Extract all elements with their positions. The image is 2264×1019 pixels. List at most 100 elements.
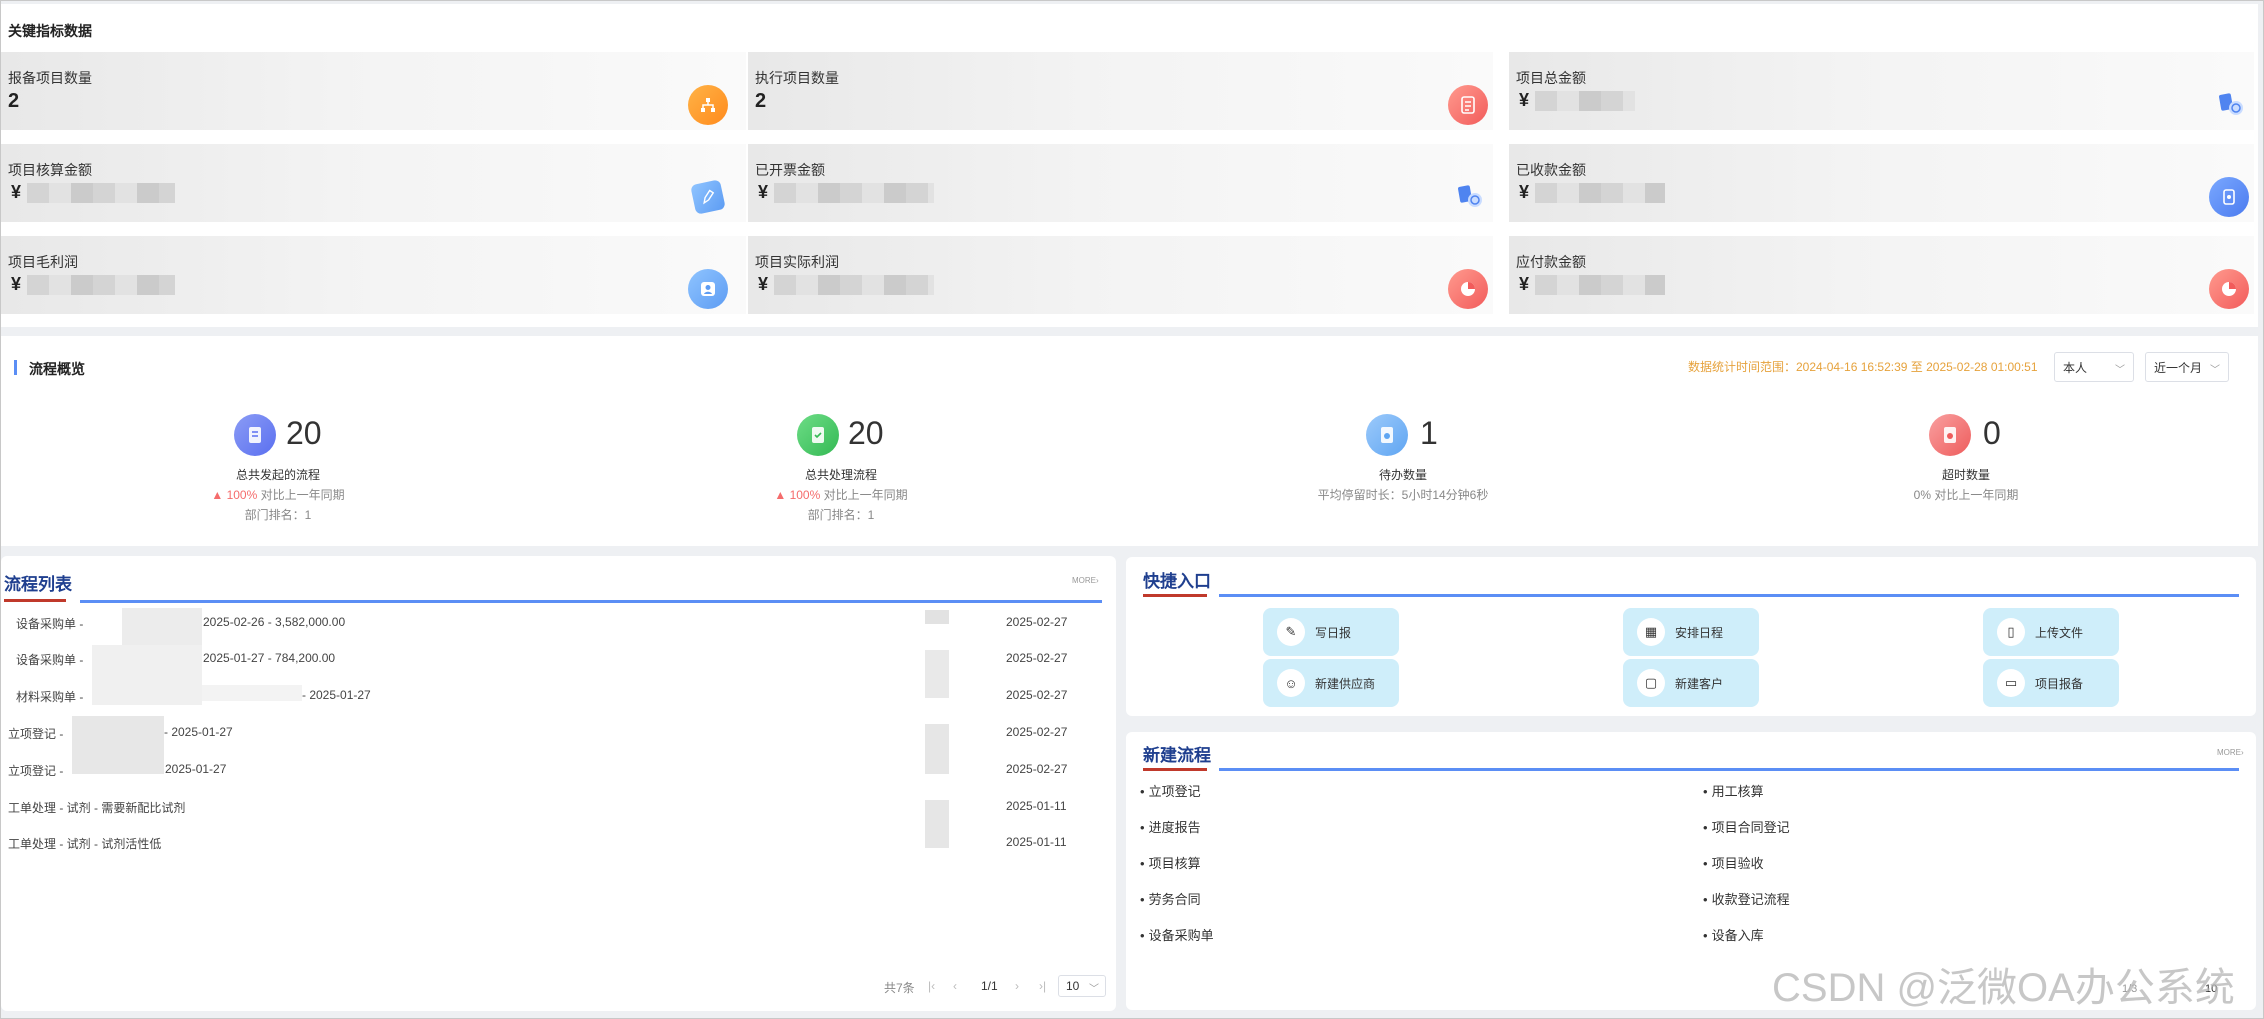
report-icon: ✎ bbox=[1277, 618, 1305, 646]
row-title: 工单处理 - 试剂 - 需要新配比试剂 bbox=[8, 801, 186, 815]
todo-count[interactable]: 1 bbox=[1420, 415, 1438, 452]
title-underline bbox=[1143, 768, 1207, 771]
currency-symbol: ¥ bbox=[1519, 182, 1530, 202]
title-rule bbox=[1219, 594, 2239, 597]
todo-avg-duration: 平均停留时长：5小时14分钟6秒 bbox=[1317, 488, 1489, 502]
row-detail: - 2025-01-27 bbox=[302, 688, 371, 702]
kpi-card-gross-profit[interactable]: 项目毛利润 ¥ bbox=[1, 236, 746, 314]
chevron-down-icon: ﹀ bbox=[1089, 984, 1099, 995]
quick-button-label: 新建供应商 bbox=[1315, 676, 1376, 691]
kpi-card-payable-amount[interactable]: 应付款金额 ¥ bbox=[1509, 236, 2254, 314]
row-date: 2025-02-27 bbox=[1006, 615, 1068, 629]
overdue-label: 超时数量 bbox=[1941, 468, 1990, 482]
new-process-link[interactable]: 用工核算 bbox=[1703, 781, 1764, 800]
new-process-link[interactable]: 设备采购单 bbox=[1140, 925, 1214, 944]
quick-new-customer-button[interactable]: ▢ 新建客户 bbox=[1623, 659, 1759, 707]
overdue-compare: 0% 对比上一年同期 bbox=[1913, 488, 2019, 502]
quick-button-label: 安排日程 bbox=[1675, 625, 1724, 640]
redacted-area bbox=[72, 716, 164, 774]
row-title: 立项登记 - bbox=[8, 764, 64, 778]
document-icon bbox=[1448, 85, 1488, 125]
row-title: 设备采购单 - bbox=[16, 617, 84, 631]
quick-schedule-button[interactable]: ▦ 安排日程 bbox=[1623, 608, 1759, 656]
new-process-link[interactable]: 劳务合同 bbox=[1140, 889, 1201, 908]
chevron-down-icon: ﹀ bbox=[2115, 365, 2125, 376]
kpi-card-actual-profit[interactable]: 项目实际利润 ¥ bbox=[748, 236, 1493, 314]
row-date: 2025-01-11 bbox=[1006, 799, 1067, 813]
coin-person-icon bbox=[1450, 176, 1490, 216]
row-date: 2025-02-27 bbox=[1006, 651, 1068, 665]
flow-handled-count[interactable]: 20 bbox=[848, 415, 884, 452]
kpi-value: ¥ bbox=[1519, 182, 1666, 203]
kpi-card-received-amount[interactable]: 已收款金额 ¥ bbox=[1509, 144, 2254, 222]
quick-button-label: 写日报 bbox=[1315, 625, 1352, 640]
scope-select-value: 本人 bbox=[2063, 360, 2088, 375]
section-marker bbox=[14, 360, 17, 375]
row-detail: 2025-02-26 - 3,582,000.00 bbox=[203, 615, 346, 629]
kpi-card-invoiced-amount[interactable]: 已开票金额 ¥ bbox=[748, 144, 1493, 222]
kpi-label: 已收款金额 bbox=[1516, 162, 1586, 178]
chat-icon: ▭ bbox=[1997, 669, 2025, 697]
title-rule bbox=[80, 600, 1102, 603]
period-select[interactable]: 近一个月 ﹀ bbox=[2145, 352, 2229, 382]
pie-icon bbox=[2209, 269, 2249, 309]
todo-icon bbox=[1366, 414, 1408, 456]
user-add-icon: ☺ bbox=[1277, 669, 1305, 697]
row-title: 设备采购单 - bbox=[16, 653, 84, 667]
kpi-label: 项目核算金额 bbox=[8, 162, 92, 178]
quick-upload-button[interactable]: ▯ 上传文件 bbox=[1983, 608, 2119, 656]
kpi-card-report-count[interactable]: 报备项目数量 2 bbox=[1, 52, 746, 130]
quick-write-report-button[interactable]: ✎ 写日报 bbox=[1263, 608, 1399, 656]
todo-label: 待办数量 bbox=[1378, 468, 1427, 482]
first-page-icon[interactable]: |‹ bbox=[928, 979, 935, 993]
new-process-link[interactable]: 项目核算 bbox=[1140, 853, 1201, 872]
wallet-icon bbox=[2209, 177, 2249, 217]
new-process-link[interactable]: 收款登记流程 bbox=[1703, 889, 1790, 908]
currency-symbol: ¥ bbox=[758, 182, 769, 202]
kpi-label: 已开票金额 bbox=[755, 162, 825, 178]
flow-handled-label: 总共处理流程 bbox=[804, 468, 877, 482]
kpi-value: ¥ bbox=[11, 274, 176, 295]
last-page-icon[interactable]: ›| bbox=[1039, 979, 1046, 993]
more-link[interactable]: MORE› bbox=[1072, 576, 1099, 585]
redacted-area bbox=[925, 650, 949, 698]
quick-project-report-button[interactable]: ▭ 项目报备 bbox=[1983, 659, 2119, 707]
kpi-value: ¥ bbox=[11, 182, 176, 203]
row-detail: 2025-01-27 - 784,200.00 bbox=[203, 651, 336, 665]
flow-handled-rank: 部门排名：1 bbox=[807, 508, 875, 522]
masked-value bbox=[1535, 182, 1666, 203]
kpi-card-accounting-amount[interactable]: 项目核算金额 ¥ bbox=[1, 144, 746, 222]
flow-started-count[interactable]: 20 bbox=[286, 415, 322, 452]
scope-select[interactable]: 本人 ﹀ bbox=[2054, 352, 2134, 382]
kpi-label: 执行项目数量 bbox=[755, 70, 839, 86]
kpi-value: 2 bbox=[8, 90, 20, 112]
new-process-link[interactable]: 进度报告 bbox=[1140, 817, 1201, 836]
new-process-link[interactable]: 项目验收 bbox=[1703, 853, 1764, 872]
period-select-value: 近一个月 bbox=[2154, 360, 2203, 375]
kpi-label: 项目毛利润 bbox=[8, 254, 78, 270]
user-card-icon bbox=[688, 269, 728, 309]
file-icon: ▯ bbox=[1997, 618, 2025, 646]
redacted-area bbox=[925, 610, 949, 624]
kpi-card-exec-count[interactable]: 执行项目数量 2 bbox=[748, 52, 1493, 130]
quick-new-supplier-button[interactable]: ☺ 新建供应商 bbox=[1263, 659, 1399, 707]
prev-page-icon[interactable]: ‹ bbox=[953, 979, 957, 993]
kpi-value: ¥ bbox=[758, 274, 935, 295]
more-link[interactable]: MORE› bbox=[2217, 748, 2244, 757]
new-process-link[interactable]: 设备入库 bbox=[1703, 925, 1764, 944]
quick-button-label: 上传文件 bbox=[2035, 625, 2084, 640]
new-process-link[interactable]: 立项登记 bbox=[1140, 781, 1201, 800]
kpi-value: 2 bbox=[755, 90, 767, 112]
row-date: 2025-02-27 bbox=[1006, 725, 1068, 739]
kpi-card-total-amount[interactable]: 项目总金额 ¥ bbox=[1509, 52, 2254, 130]
next-page-icon[interactable]: › bbox=[1015, 979, 1019, 993]
pager-total: 共7条 bbox=[884, 981, 915, 995]
new-process-link[interactable]: 项目合同登记 bbox=[1703, 817, 1790, 836]
quick-button-label: 新建客户 bbox=[1675, 676, 1724, 691]
sitemap-icon bbox=[688, 85, 728, 125]
kpi-value: ¥ bbox=[1519, 274, 1666, 295]
page-size-select[interactable]: 10 ﹀ bbox=[1058, 975, 1106, 997]
compare-label: 对比上一年同期 bbox=[260, 488, 345, 502]
kpi-value: ¥ bbox=[758, 182, 935, 203]
overdue-count[interactable]: 0 bbox=[1983, 415, 2001, 452]
